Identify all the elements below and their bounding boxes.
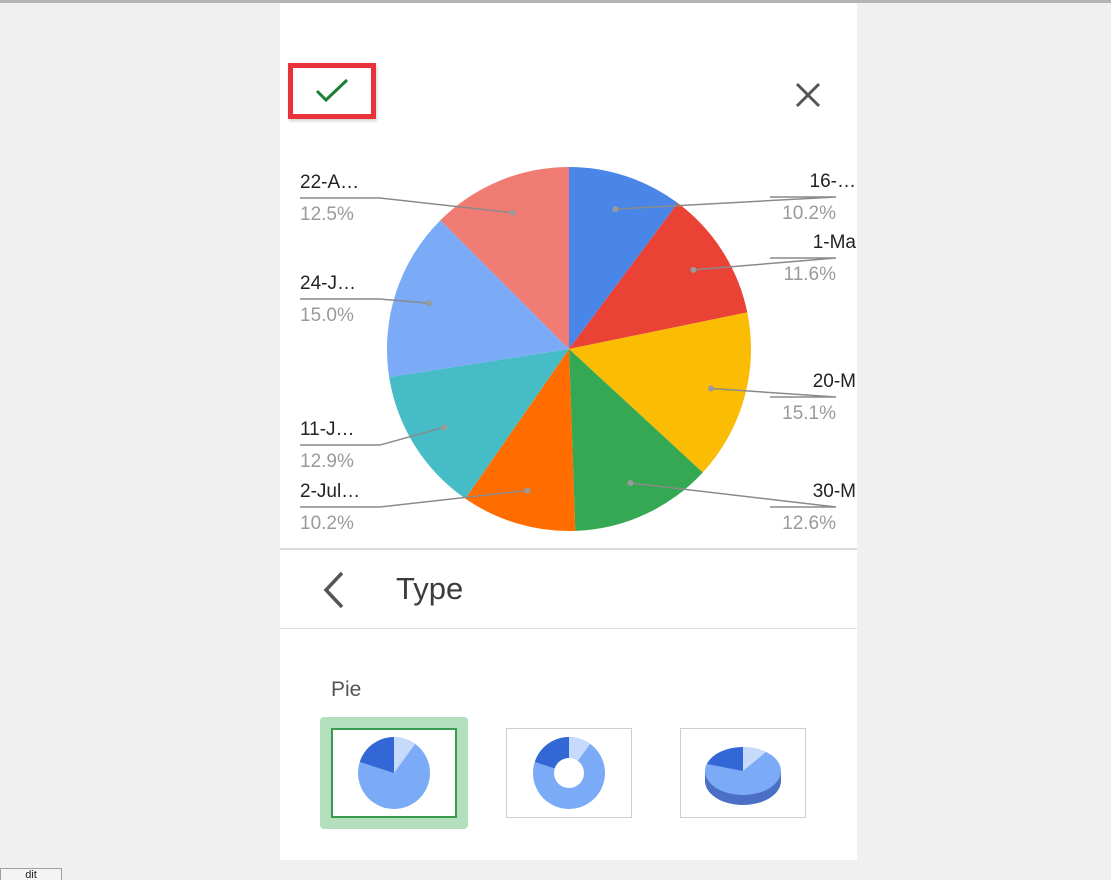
slice-label: 1-Ma (813, 232, 857, 253)
pie-chart-icon (358, 737, 430, 809)
slice-percent: 12.9% (300, 451, 354, 472)
leader-dot (441, 424, 448, 431)
slice-percent: 15.1% (782, 403, 836, 424)
slice-percent: 10.2% (300, 513, 354, 534)
3d-pie-chart-icon (705, 747, 781, 805)
leader-dot (425, 300, 432, 307)
back-button[interactable] (314, 568, 354, 612)
leader-dot (708, 385, 715, 392)
slice-label: 30-M (813, 481, 856, 502)
slice-label: 16-… (810, 171, 856, 192)
slice-label: 20-M (813, 371, 856, 392)
slice-percent: 12.5% (300, 204, 354, 225)
pie-chart: 16-… 10.2% 1-Ma 11.6% 20-M 15.1% 30-M 12.6% 2-Ju… (300, 167, 857, 534)
divider (280, 628, 857, 629)
section-title: Type (396, 571, 464, 606)
chart-editor-panel: 16-… 10.2% 1-Ma 11.6% 20-M 15.1% 30-M 12.6% 2-Ju… (280, 3, 857, 860)
slice-percent: 15.0% (300, 305, 354, 326)
chart-type-donut-option[interactable] (506, 728, 632, 818)
slice-percent: 10.2% (782, 203, 836, 224)
leader-dot (524, 487, 531, 494)
slice-label: 11-J… (300, 419, 355, 440)
pie-slices (387, 167, 751, 531)
divider (280, 548, 857, 550)
leader-dot (612, 206, 619, 213)
chart-type-3d-pie-option[interactable] (680, 728, 806, 818)
slice-percent: 11.6% (784, 264, 837, 285)
slice-percent: 12.6% (782, 513, 836, 534)
leader-dot (627, 480, 634, 487)
slice-label: 22-A… (300, 172, 359, 193)
leader-dot (690, 266, 697, 273)
chart-type-group-label: Pie (331, 678, 362, 701)
chart-type-pie-frame (331, 728, 457, 818)
chart-type-pie-option[interactable] (320, 717, 468, 829)
donut-chart-icon (533, 737, 605, 809)
slice-label: 2-Jul… (300, 481, 360, 502)
slice-label: 24-J… (300, 273, 356, 294)
bottom-tab[interactable]: dit (0, 868, 62, 880)
leader-dot (509, 209, 516, 216)
chevron-left-icon (323, 571, 344, 609)
